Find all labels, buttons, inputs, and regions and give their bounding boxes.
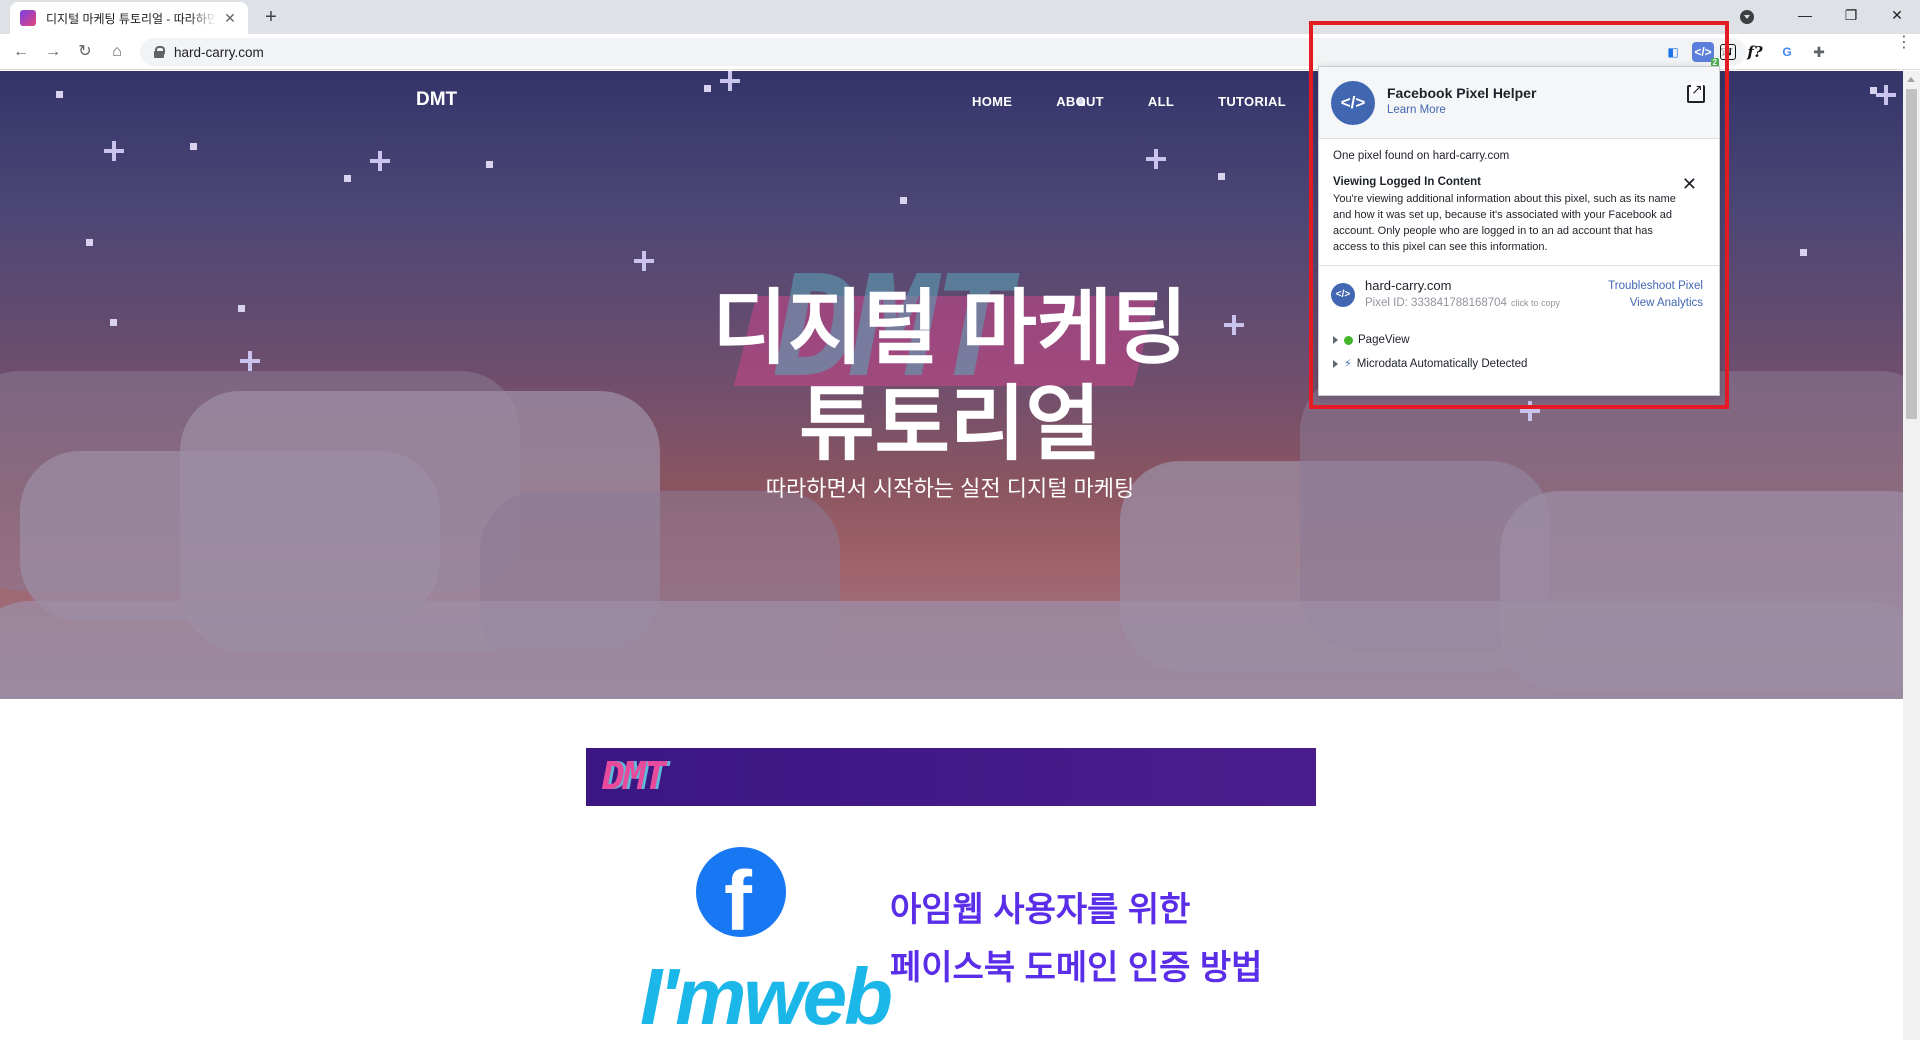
close-notice-icon[interactable]: ✕ — [1682, 174, 1697, 195]
translate-extension-icon[interactable]: G — [1774, 39, 1800, 65]
menu-home[interactable]: HOME — [972, 94, 1012, 109]
site-brand-logo[interactable]: DMT — [416, 89, 457, 111]
extensions-puzzle-icon[interactable]: ✚ — [1806, 39, 1832, 65]
new-tab-button[interactable]: + — [260, 6, 282, 28]
lock-icon[interactable] — [154, 46, 165, 58]
notice-body: You're viewing additional information ab… — [1333, 193, 1676, 253]
reload-button[interactable]: ↻ — [72, 39, 98, 65]
expand-triangle-icon[interactable] — [1333, 359, 1338, 368]
browser-menu-icon[interactable]: ⋮ — [1896, 35, 1912, 51]
browser-tab[interactable]: 디지털 마케팅 튜토리얼 - 따라하면서 ✕ — [10, 2, 248, 34]
click-to-copy[interactable]: click to copy — [1511, 298, 1560, 308]
hero-title-line2: 튜토리얼 — [799, 379, 1101, 470]
dmt-banner[interactable]: DMT — [586, 748, 1316, 806]
home-button[interactable]: ⌂ — [104, 39, 130, 65]
window-controls: — ❐ ✕ — [1740, 0, 1920, 34]
tab-search-icon[interactable] — [1740, 10, 1754, 24]
promo-line-1: 아임웹 사용자를 위한 — [890, 891, 1191, 929]
pixels-found-text: One pixel found on hard-carry.com — [1333, 150, 1510, 162]
success-check-icon — [1344, 335, 1353, 345]
event-label: Microdata Automatically Detected — [1356, 357, 1528, 370]
notice-title: Viewing Logged In Content — [1333, 176, 1482, 188]
banner-dmt-logo: DMT — [602, 754, 667, 798]
pixel-domain: hard-carry.com — [1365, 278, 1452, 293]
pixel-code-icon: </> — [1331, 283, 1355, 307]
forward-button[interactable]: → — [40, 39, 66, 65]
menu-tutorial[interactable]: TUTORIAL — [1218, 94, 1286, 109]
popup-title: Facebook Pixel Helper — [1387, 85, 1537, 101]
tab-close-icon[interactable]: ✕ — [222, 10, 238, 27]
hero-title: 디지털 마케팅 튜토리얼 — [550, 281, 1350, 473]
hero-subtitle: 따라하면서 시작하는 실전 디지털 마케팅 — [765, 476, 1135, 501]
event-microdata-row[interactable]: ⚡ Microdata Automatically Detected — [1333, 357, 1527, 370]
page-scrollbar[interactable] — [1903, 71, 1920, 1040]
facebook-logo-icon: f — [696, 847, 786, 948]
popup-header: </> Facebook Pixel Helper Learn More — [1319, 67, 1719, 139]
pixel-id-text[interactable]: Pixel ID: 333841788168704 — [1365, 297, 1507, 309]
back-button[interactable]: ← — [8, 39, 34, 65]
facebook-f-glyph: f — [724, 854, 752, 948]
troubleshoot-pixel-link[interactable]: Troubleshoot Pixel — [1608, 280, 1703, 292]
promo-text[interactable]: 아임웹 사용자를 위한 페이스북 도메인 인증 방법 — [890, 881, 1262, 997]
hero-title-line1: 디지털 마케팅 — [712, 283, 1188, 374]
scroll-up-icon[interactable] — [1907, 77, 1915, 82]
event-label: PageView — [1358, 334, 1410, 346]
whatfont-extension-icon[interactable]: f? — [1742, 39, 1768, 65]
scrollbar-thumb[interactable] — [1906, 89, 1917, 419]
url-text[interactable]: hard-carry.com — [174, 45, 264, 60]
imweb-logo: I'mweb — [640, 952, 893, 1040]
pixel-helper-popup: </> Facebook Pixel Helper Learn More One… — [1318, 66, 1720, 396]
close-window-button[interactable]: ✕ — [1874, 0, 1920, 34]
expand-triangle-icon[interactable] — [1333, 336, 1338, 344]
divider — [1319, 265, 1719, 266]
promo-line-2: 페이스북 도메인 인증 방법 — [890, 949, 1263, 987]
menu-about[interactable]: ABOUT — [1056, 94, 1104, 109]
open-external-icon[interactable] — [1687, 82, 1705, 103]
pixel-helper-logo-icon: </> — [1331, 81, 1375, 125]
menu-all[interactable]: ALL — [1148, 94, 1174, 109]
event-pageview-row[interactable]: PageView — [1333, 334, 1410, 346]
restore-button[interactable]: ❐ — [1828, 0, 1874, 34]
view-analytics-link[interactable]: View Analytics — [1630, 297, 1703, 309]
tab-title: 디지털 마케팅 튜토리얼 - 따라하면서 — [46, 11, 216, 26]
site-favicon-icon — [20, 10, 36, 26]
learn-more-link[interactable]: Learn More — [1387, 104, 1446, 116]
pixel-id[interactable]: Pixel ID: 333841788168704 click to copy — [1365, 297, 1560, 309]
minimize-button[interactable]: — — [1782, 0, 1828, 34]
bolt-icon: ⚡ — [1344, 358, 1352, 370]
